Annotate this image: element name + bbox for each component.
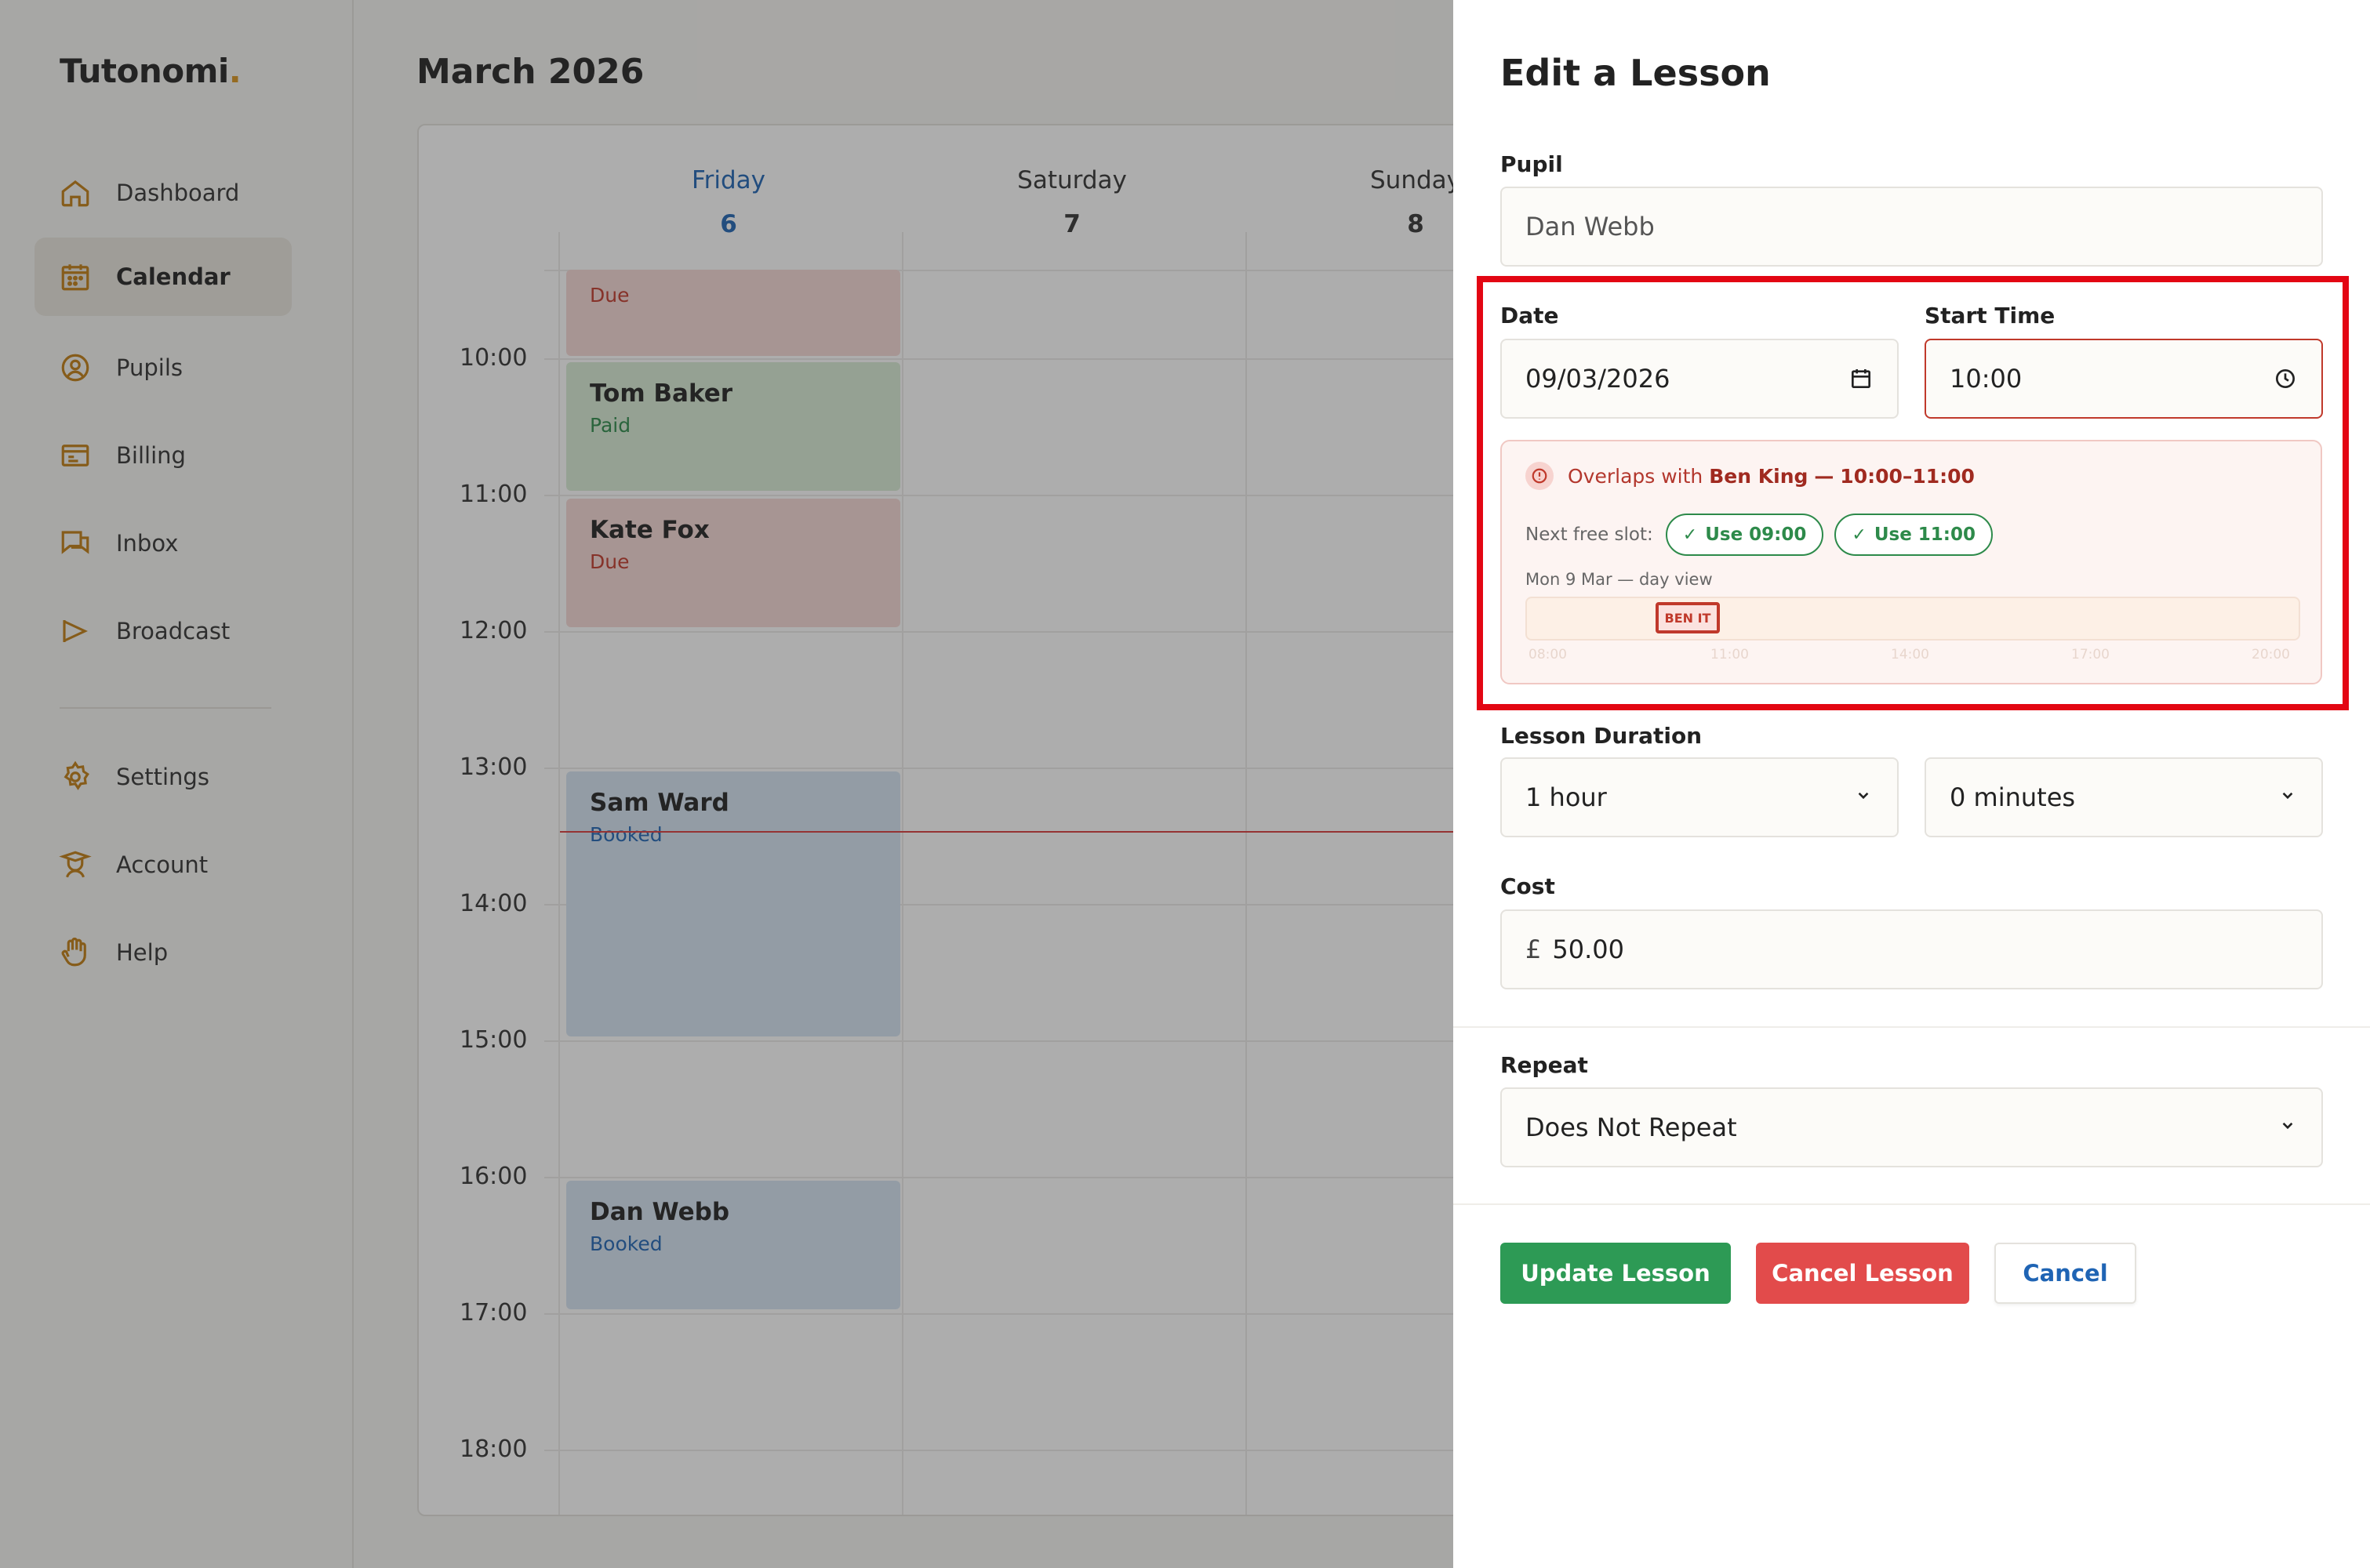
- drawer-title: Edit a Lesson: [1500, 52, 1771, 94]
- slot-label: Use 11:00: [1874, 524, 1976, 545]
- duration-label: Lesson Duration: [1500, 723, 1703, 749]
- overlap-message: Overlaps with Ben King — 10:00–11:00: [1525, 462, 1975, 490]
- repeat-select[interactable]: Does Not Repeat: [1500, 1087, 2323, 1167]
- timeline-tick: 20:00: [2252, 647, 2290, 662]
- overlap-dash: —: [1814, 464, 1834, 488]
- duration-minutes-value: 0 minutes: [1950, 782, 2076, 812]
- overlap-warning: Overlaps with Ben King — 10:00–11:00 Nex…: [1500, 440, 2322, 684]
- duration-minutes-select[interactable]: 0 minutes: [1925, 757, 2323, 837]
- currency-symbol: £: [1525, 935, 1542, 964]
- timeline-tick: 17:00: [2071, 647, 2110, 662]
- day-view-label: Mon 9 Mar — day view: [1525, 570, 1713, 589]
- app-background: Tutonomi. Dashboard Calendar Pupils Bill…: [0, 0, 1484, 1568]
- section-divider: [1453, 1026, 2370, 1028]
- pupil-value: Dan Webb: [1525, 212, 1655, 241]
- chevron-down-icon: [2277, 785, 2298, 811]
- cancel-button[interactable]: Cancel: [1994, 1243, 2136, 1304]
- cancel-lesson-button[interactable]: Cancel Lesson: [1756, 1243, 1969, 1304]
- check-icon: ✓: [1682, 524, 1698, 545]
- timeline-tick: 11:00: [1710, 647, 1749, 662]
- timeline-ticks: 08:00 11:00 14:00 17:00 20:00: [1525, 647, 2300, 670]
- free-slot-row: Next free slot: ✓ Use 09:00 ✓ Use 11:00: [1525, 514, 2004, 556]
- alert-icon: [1525, 462, 1554, 490]
- chevron-down-icon: [1853, 785, 1874, 811]
- use-1100-button[interactable]: ✓ Use 11:00: [1834, 514, 1994, 556]
- overlap-prefix: Overlaps with: [1568, 464, 1703, 488]
- use-0900-button[interactable]: ✓ Use 09:00: [1665, 514, 1824, 556]
- check-icon: ✓: [1852, 524, 1867, 545]
- duration-hours-value: 1 hour: [1525, 782, 1607, 812]
- timeline-tick: 08:00: [1529, 647, 1567, 662]
- update-lesson-button[interactable]: Update Lesson: [1500, 1243, 1731, 1304]
- clock-icon[interactable]: [2273, 366, 2298, 391]
- date-label: Date: [1500, 303, 1559, 328]
- start-time-value: 10:00: [1950, 364, 2023, 394]
- next-free-slot-label: Next free slot:: [1525, 524, 1653, 545]
- overlap-range: 10:00–11:00: [1840, 464, 1975, 488]
- repeat-label: Repeat: [1500, 1052, 1588, 1078]
- cost-field[interactable]: £ 50.00: [1500, 909, 2323, 989]
- duration-hours-select[interactable]: 1 hour: [1500, 757, 1899, 837]
- repeat-value: Does Not Repeat: [1525, 1112, 1737, 1142]
- cost-value: 50.00: [1552, 935, 1624, 964]
- chevron-down-icon: [2277, 1115, 2298, 1141]
- slot-label: Use 09:00: [1705, 524, 1807, 545]
- day-view-timeline: BEN IT: [1525, 597, 2300, 641]
- pupil-label: Pupil: [1500, 151, 1563, 177]
- date-value: 09/03/2026: [1525, 364, 1670, 394]
- overlap-pupil: Ben King: [1709, 464, 1808, 488]
- modal-backdrop[interactable]: [0, 0, 1453, 1568]
- section-divider: [1453, 1203, 2370, 1205]
- start-time-label: Start Time: [1925, 303, 2056, 328]
- pupil-field[interactable]: Dan Webb: [1500, 187, 2323, 267]
- start-time-field[interactable]: 10:00: [1925, 339, 2323, 419]
- calendar-picker-icon[interactable]: [1848, 366, 1874, 391]
- conflict-block: BEN IT: [1656, 602, 1720, 633]
- timeline-tick: 14:00: [1891, 647, 1929, 662]
- date-field[interactable]: 09/03/2026: [1500, 339, 1899, 419]
- cost-label: Cost: [1500, 873, 1555, 899]
